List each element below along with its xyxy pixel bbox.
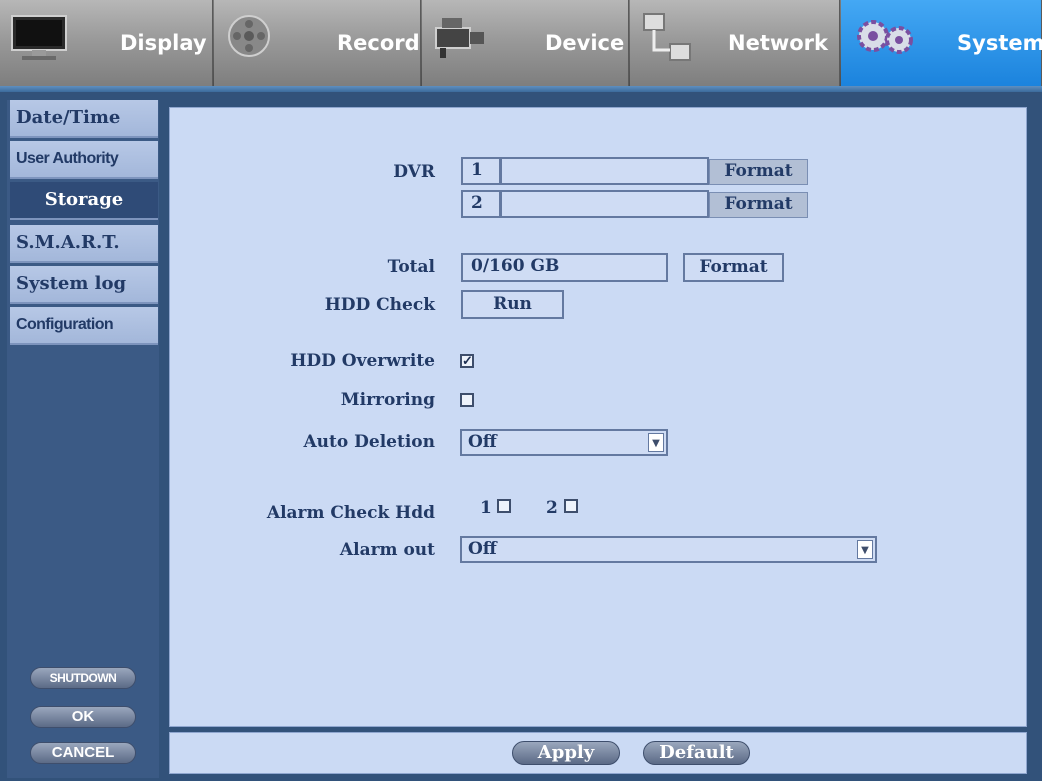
- tab-system[interactable]: System: [841, 0, 1042, 86]
- tab-record-label: Record: [337, 31, 420, 55]
- mirroring-label: Mirroring: [340, 390, 435, 410]
- tab-network[interactable]: Network: [630, 0, 840, 86]
- dvr-1-format-button[interactable]: Format: [709, 159, 808, 185]
- alarm-out-dropdown[interactable]: Off ▼: [460, 536, 877, 563]
- alarm-check-hdd-label: Alarm Check Hdd: [266, 503, 435, 523]
- chevron-down-icon: ▼: [648, 433, 664, 452]
- hdd-overwrite-label: HDD Overwrite: [290, 351, 435, 371]
- alarm-check-hdd-1-checkbox[interactable]: [497, 499, 511, 513]
- alarm-out-value: Off: [468, 539, 497, 559]
- auto-deletion-label: Auto Deletion: [303, 432, 435, 452]
- tab-display[interactable]: Display: [0, 0, 213, 86]
- camcorder-icon: [435, 18, 484, 58]
- dvr-1-info: [500, 157, 709, 185]
- tab-display-label: Display: [120, 31, 207, 55]
- auto-deletion-value: Off: [468, 432, 497, 452]
- alarm-out-label: Alarm out: [339, 540, 435, 560]
- network-icon: [643, 13, 691, 61]
- chevron-down-icon: ▼: [857, 540, 873, 559]
- dvr-1-number: 1: [461, 157, 501, 185]
- sidebar-item-configuration[interactable]: Configuration: [10, 307, 158, 345]
- monitor-icon: [11, 15, 67, 60]
- dvr-2-number: 2: [461, 190, 501, 218]
- sidebar-item-date-time[interactable]: Date/Time: [10, 100, 158, 138]
- dvr-2-info: [500, 190, 709, 218]
- total-format-button[interactable]: Format: [683, 253, 784, 282]
- sidebar-item-smart[interactable]: S.M.A.R.T.: [10, 225, 158, 263]
- alarm-check-hdd-1-label: 1: [480, 498, 492, 518]
- tab-record[interactable]: Record: [214, 0, 421, 86]
- dvr-2-format-button[interactable]: Format: [709, 192, 808, 218]
- gears-icon: [857, 20, 913, 54]
- total-label: Total: [387, 257, 435, 277]
- ok-button[interactable]: OK: [30, 706, 136, 728]
- alarm-check-hdd-2-label: 2: [546, 498, 558, 518]
- total-value: 0/160 GB: [461, 253, 668, 282]
- shutdown-button[interactable]: SHUTDOWN: [30, 667, 136, 689]
- hdd-check-label: HDD Check: [324, 295, 435, 315]
- tab-network-label: Network: [728, 31, 829, 55]
- dvr-label: DVR: [393, 162, 435, 182]
- sidebar-item-storage[interactable]: Storage: [10, 182, 158, 220]
- sidebar-item-system-log[interactable]: System log: [10, 266, 158, 304]
- cancel-button[interactable]: CANCEL: [30, 742, 136, 764]
- tab-device-label: Device: [545, 31, 625, 55]
- tab-system-label: System: [957, 31, 1042, 55]
- hdd-overwrite-checkbox[interactable]: ✓: [460, 354, 474, 368]
- tab-device[interactable]: Device: [422, 0, 629, 86]
- film-reel-icon: [228, 15, 270, 57]
- default-button[interactable]: Default: [643, 741, 750, 765]
- sidebar-item-user-authority[interactable]: User Authority: [10, 141, 158, 179]
- mirroring-checkbox[interactable]: [460, 393, 474, 407]
- auto-deletion-dropdown[interactable]: Off ▼: [460, 429, 668, 456]
- hdd-check-run-button[interactable]: Run: [461, 290, 564, 319]
- alarm-check-hdd-2-checkbox[interactable]: [564, 499, 578, 513]
- apply-button[interactable]: Apply: [512, 741, 620, 765]
